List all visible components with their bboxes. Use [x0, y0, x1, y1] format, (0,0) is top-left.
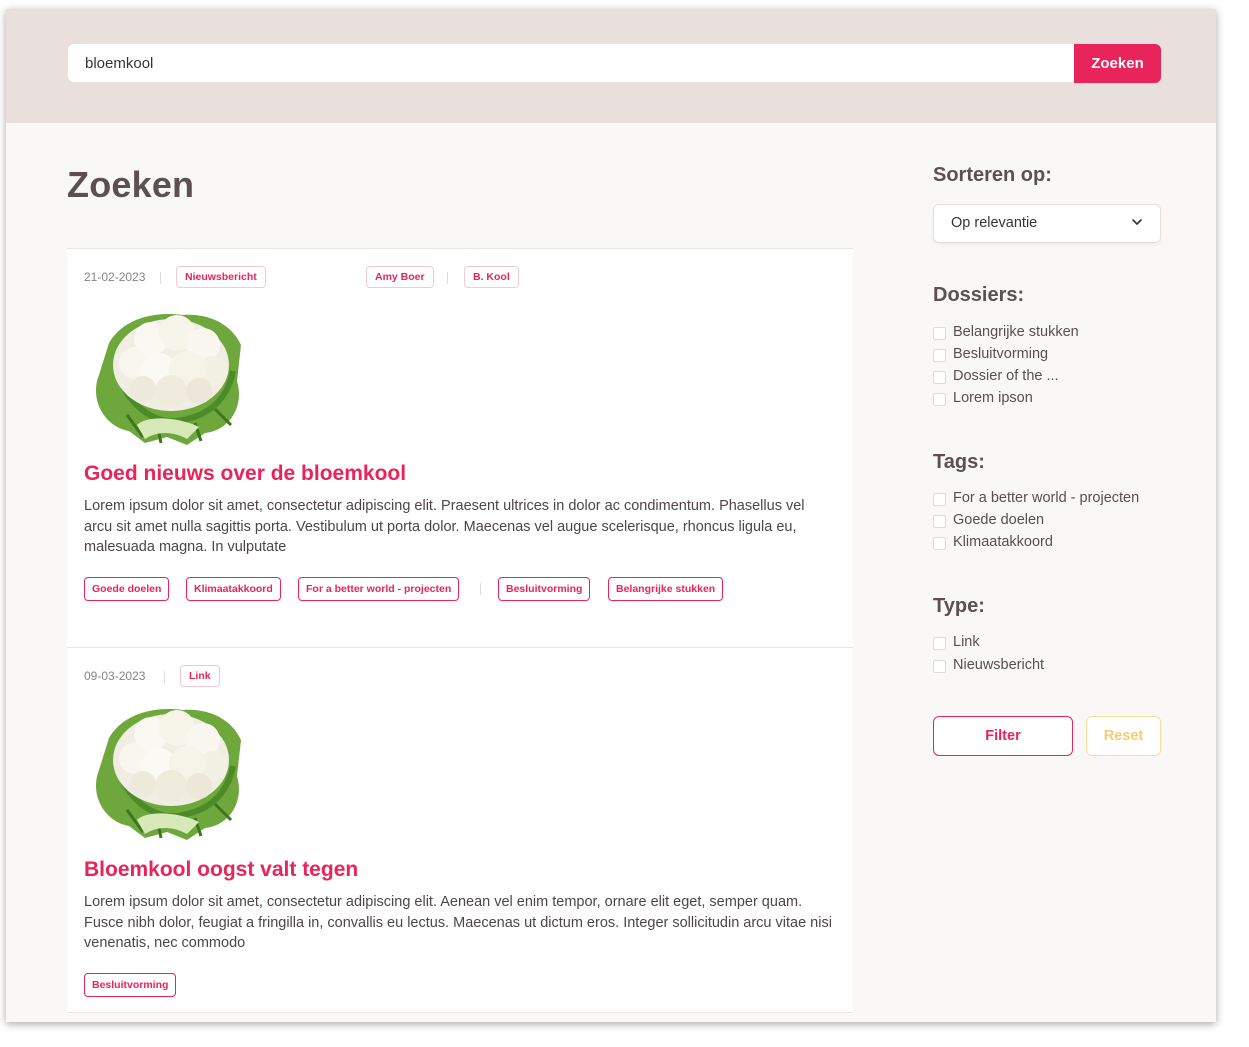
result-meta: 09-03-2023 Link	[84, 665, 836, 687]
dossier-chip[interactable]: Besluitvorming	[84, 973, 177, 997]
checkbox-label: Belangrijke stukken	[953, 324, 1079, 340]
checkbox-box[interactable]	[933, 493, 946, 506]
sort-select[interactable]: Op relevantie	[933, 204, 1161, 243]
dossier-chip[interactable]: Belangrijke stukken	[608, 577, 724, 601]
checkbox-box[interactable]	[933, 349, 946, 362]
dossier-chip[interactable]: Besluitvorming	[498, 577, 591, 601]
tag-chip[interactable]: For a better world - projecten	[298, 577, 460, 601]
result-author-chip[interactable]: B. Kool	[464, 266, 519, 288]
sort-heading: Sorteren op:	[933, 164, 1052, 186]
checkbox-box[interactable]	[933, 537, 946, 550]
tag-chip[interactable]: Goede doelen	[84, 577, 170, 601]
meta-divider	[447, 272, 448, 284]
checkbox-label: Lorem ipson	[953, 390, 1033, 406]
result-title-link[interactable]: Bloemkool oogst valt tegen	[84, 858, 358, 882]
result-excerpt: Lorem ipsum dolor sit amet, consectetur …	[84, 498, 805, 555]
result-card: 09-03-2023 Link Bloemkool oogst valt teg…	[67, 647, 853, 1013]
result-author-chip[interactable]: Amy Boer	[366, 266, 434, 288]
result-date: 21-02-2023	[84, 270, 146, 284]
result-date: 09-03-2023	[84, 669, 146, 683]
result-type-chip[interactable]: Link	[180, 665, 220, 687]
result-card: 21-02-2023 Nieuwsbericht Amy Boer B. Koo…	[67, 248, 853, 647]
checkbox-label: Goede doelen	[953, 512, 1045, 528]
page-frame: Zoeken Zoeken 21-02-2023 Nieuwsbericht A…	[6, 9, 1216, 1022]
type-heading: Type:	[933, 595, 985, 617]
search-input[interactable]	[68, 44, 1076, 82]
meta-divider	[160, 272, 161, 284]
checkbox-box[interactable]	[933, 660, 946, 673]
search-header: Zoeken	[6, 9, 1216, 123]
checkbox-box[interactable]	[933, 327, 946, 340]
result-type-chip[interactable]: Nieuwsbericht	[176, 266, 266, 288]
sort-selected-value: Op relevantie	[951, 215, 1038, 231]
checkbox-label: Link	[953, 634, 980, 650]
chevron-down-icon	[1132, 219, 1142, 225]
result-excerpt: Lorem ipsum dolor sit amet, consectetur …	[84, 894, 832, 951]
checkbox-box[interactable]	[933, 371, 946, 384]
cauliflower-image	[95, 314, 241, 445]
checkbox-label: Besluitvorming	[953, 346, 1049, 362]
result-title-link[interactable]: Goed nieuws over de bloemkool	[84, 462, 406, 486]
tags-heading: Tags:	[933, 451, 985, 473]
checkbox-label: For a better world - projecten	[953, 490, 1140, 506]
checkbox-box[interactable]	[933, 515, 946, 528]
page-title: Zoeken	[67, 164, 195, 205]
result-meta: 21-02-2023 Nieuwsbericht Amy Boer B. Koo…	[84, 266, 836, 288]
checkbox-label: Nieuwsbericht	[953, 657, 1045, 673]
dossiers-heading: Dossiers:	[933, 284, 1025, 306]
checkbox-label: Dossier of the ...	[953, 368, 1059, 384]
filter-button[interactable]: Filter	[933, 716, 1073, 756]
tags-divider	[480, 583, 481, 595]
search-button[interactable]: Zoeken	[1074, 44, 1161, 83]
results-list: 21-02-2023 Nieuwsbericht Amy Boer B. Koo…	[67, 248, 853, 1013]
cauliflower-image	[95, 709, 241, 840]
meta-divider	[164, 671, 165, 683]
checkbox-box[interactable]	[933, 393, 946, 406]
reset-button[interactable]: Reset	[1086, 716, 1161, 756]
tag-chip[interactable]: Klimaatakkoord	[186, 577, 281, 601]
checkbox-label: Klimaatakkoord	[953, 534, 1053, 550]
checkbox-box[interactable]	[933, 637, 946, 650]
